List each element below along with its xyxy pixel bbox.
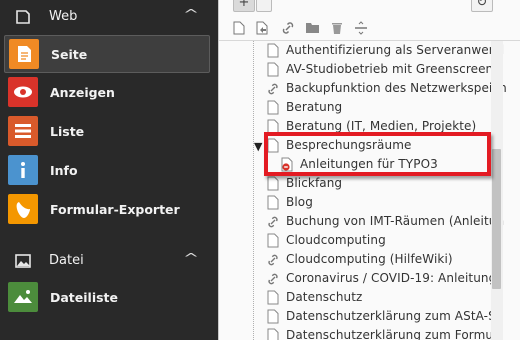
page-icon[interactable] [233,21,245,35]
info-icon [8,155,38,185]
tree-node-label: Authentifizierung als Serveranwend [286,43,505,57]
page-icon [267,43,279,58]
page-icon [267,233,279,248]
tree-node-label: Beratung [286,100,343,114]
tree-node-label: Blickfang [286,176,343,190]
module-group-web[interactable]: Web ^ [0,2,218,34]
tree-node[interactable]: Coronavirus / COVID-19: Anleitung [219,269,509,288]
page-icon [267,100,279,115]
module-item-label: Liste [50,124,85,139]
expand-toggle-icon[interactable]: ▼ [254,140,262,153]
folder-icon[interactable] [305,21,320,34]
scrollbar-thumb[interactable] [492,149,501,289]
module-item-anzeigen[interactable]: Anzeigen [4,74,210,112]
image-icon [15,254,31,268]
eye-icon [8,77,38,107]
module-item-label: Anzeigen [50,85,115,100]
module-menu: Web ^ Seite Anzeigen Liste Info Formular… [0,0,218,340]
tree-node-label: Buchung von IMT-Räumen (Anleitun [286,214,505,228]
module-group-datei[interactable]: Datei ^ [0,246,218,278]
files-icon [8,282,38,312]
module-item-label: Dateiliste [50,290,119,305]
module-item-liste[interactable]: Liste [4,113,210,151]
link-icon [268,216,278,228]
link-icon [268,83,278,95]
module-item-label: Formular-Exporter [50,202,180,217]
filter-button[interactable] [256,0,272,12]
module-item-label: Info [50,163,78,178]
tree-node[interactable]: Cloudcomputing [219,231,509,250]
link-icon [268,254,278,266]
module-item-info[interactable]: Info [4,152,210,190]
tree-node-label: AV-Studiobetrieb mit Greenscreen [286,62,494,76]
tree-node-label: Cloudcomputing [286,233,386,247]
page-icon [267,309,279,324]
tree-node[interactable]: Blog [219,193,509,212]
globe-icon [16,10,30,24]
page-tree: Authentifizierung als Serveranwend AV-St… [219,41,509,340]
module-item-formular-exporter[interactable]: Formular-Exporter [4,191,210,229]
tree-node[interactable]: Beratung [219,98,509,117]
link-icon [268,273,278,285]
tree-node[interactable]: Authentifizierung als Serveranwend [219,41,509,60]
tree-node-label: Beratung (IT, Medien, Projekte) [286,119,477,133]
new-page-button[interactable]: + [233,0,255,12]
tree-node[interactable]: Datenschutzerklärung zum Formula [219,326,509,340]
tree-toolbar-top: + ↻ [219,0,520,14]
tree-node[interactable]: Datenschutz [219,288,509,307]
page-icon [267,62,279,77]
tree-node-label: Cloudcomputing (HilfeWiki) [286,252,453,266]
tree-node[interactable]: AV-Studiobetrieb mit Greenscreen [219,60,509,79]
tree-node[interactable]: Cloudcomputing (HilfeWiki) [219,250,509,269]
tree-scrollbar[interactable] [491,41,503,340]
tree-toolbar-icons [219,18,520,40]
tree-node-label: Datenschutzerklärung zum Formula [286,328,505,340]
tree-node[interactable]: Datenschutzerklärung zum AStA-Se [219,307,509,326]
trash-icon[interactable] [331,21,343,35]
page-icon [267,328,279,340]
typo3-icon [8,194,38,224]
page-icon [267,290,279,305]
tree-node[interactable]: Buchung von IMT-Räumen (Anleitun [219,212,509,231]
chevron-up-icon[interactable]: ^ [183,7,199,21]
page-icon [267,195,279,210]
module-group-label: Web [49,9,78,24]
module-group-label: Datei [49,253,84,268]
tree-node-label: Backupfunktion des Netzwerkspeich [286,81,507,95]
highlight-annotation-box [264,132,491,176]
tree-node-label: Blog [286,195,313,209]
chevron-up-icon[interactable]: ^ [183,251,199,265]
tree-node[interactable]: Backupfunktion des Netzwerkspeich [219,79,509,98]
module-item-label: Seite [51,47,88,62]
refresh-button[interactable]: ↻ [471,0,493,12]
list-icon [8,116,38,146]
tree-node-label: Datenschutz [286,290,363,304]
divider-icon[interactable] [354,21,368,35]
page-icon [9,39,39,69]
module-item-seite[interactable]: Seite [4,35,210,73]
link-icon[interactable] [281,21,295,35]
tree-node-label: Datenschutzerklärung zum AStA-Se [286,309,504,323]
page-move-icon[interactable] [256,21,269,35]
module-item-dateiliste[interactable]: Dateiliste [4,279,210,317]
tree-node[interactable]: Blickfang [219,174,509,193]
page-icon [267,176,279,191]
tree-node-label: Coronavirus / COVID-19: Anleitung [286,271,497,285]
